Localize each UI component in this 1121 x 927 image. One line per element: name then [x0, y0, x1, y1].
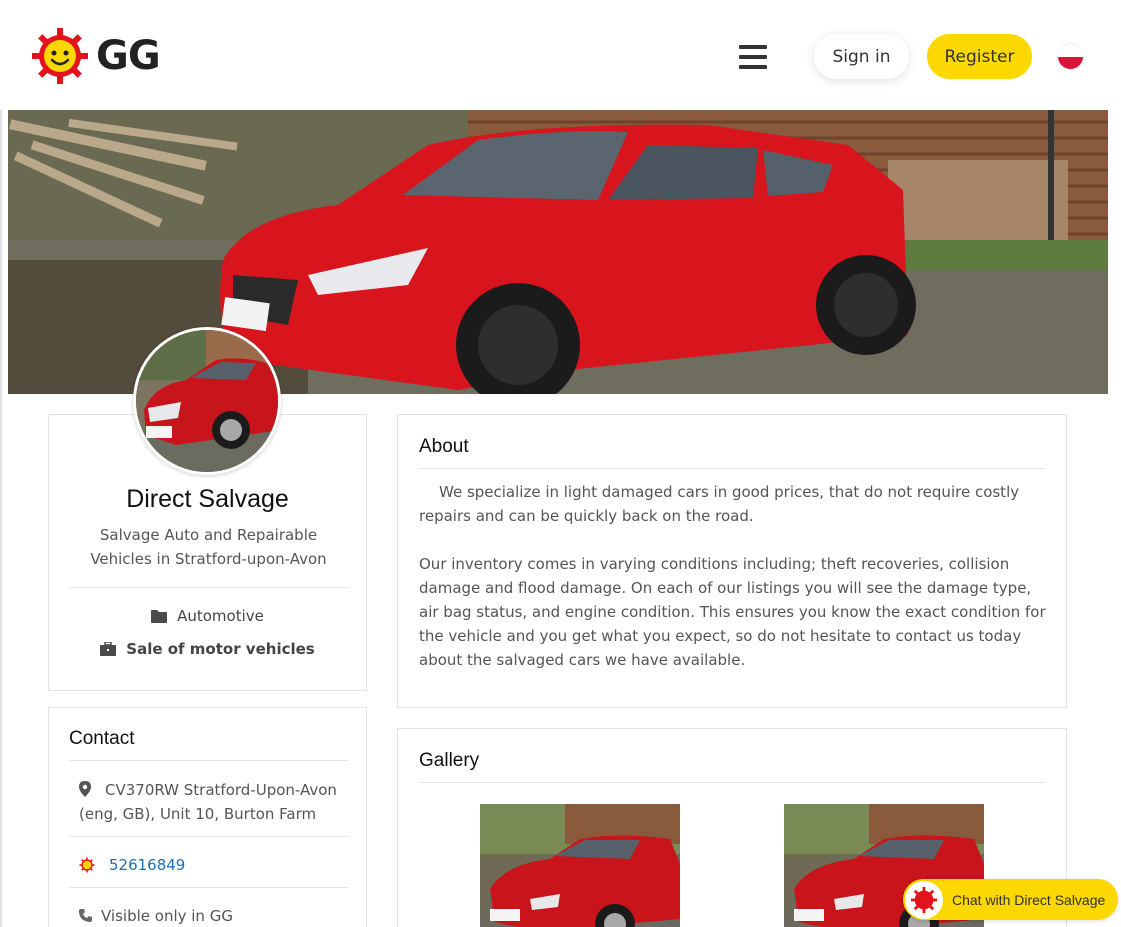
company-subtitle: Salvage Auto and Repairable Vehicles in …: [90, 526, 327, 568]
gallery-divider: [419, 782, 1046, 783]
gg-sun-small-icon: [79, 857, 95, 873]
company-avatar-image: [133, 327, 281, 475]
phone-text: Visible only in GG: [101, 907, 233, 925]
phone-row: Visible only in GG: [79, 904, 349, 927]
chat-sun-icon: [905, 880, 943, 919]
chat-button[interactable]: Chat with Direct Salvage: [903, 879, 1118, 920]
contact-title-divider: [69, 760, 348, 761]
category-row[interactable]: Automotive: [49, 607, 366, 625]
gg-number-row[interactable]: 52616849: [79, 853, 349, 877]
subcategory-label: Sale of motor vehicles: [126, 640, 315, 658]
about-title: About: [419, 436, 469, 457]
address-row: CV370RW Stratford-Upon-Avon (eng, GB), U…: [79, 778, 349, 826]
map-marker-icon: [79, 781, 91, 797]
category-label: Automotive: [177, 607, 264, 625]
gg-number-link[interactable]: 52616849: [109, 856, 185, 874]
address-text: CV370RW Stratford-Upon-Avon (eng, GB), U…: [79, 781, 337, 823]
about-paragraph: Our inventory comes in varying condition…: [419, 555, 1046, 669]
gallery-title: Gallery: [419, 750, 480, 771]
folder-icon: [151, 610, 168, 623]
polish-flag-icon[interactable]: [1057, 43, 1084, 70]
about-divider: [419, 468, 1046, 469]
logo-text: GG: [96, 33, 161, 79]
page-left-border: [0, 0, 2, 927]
about-text: We specialize in light damaged cars in g…: [419, 480, 1049, 696]
menu-hamburger-icon[interactable]: [739, 45, 767, 69]
about-paragraph: We specialize in light damaged cars in g…: [419, 483, 1020, 525]
address-divider: [69, 836, 348, 837]
gg-divider: [69, 887, 348, 888]
gg-sun-logo-icon: [32, 28, 88, 84]
gg-logo[interactable]: GG: [30, 26, 161, 86]
top-header: GG Sign in Register: [0, 0, 1121, 110]
chat-label: Chat with Direct Salvage: [952, 891, 1106, 908]
contact-title: Contact: [69, 728, 135, 749]
briefcase-icon: [100, 642, 117, 656]
register-button[interactable]: Register: [927, 34, 1032, 79]
about-card: About We specialize in light damaged car…: [397, 414, 1067, 708]
company-name: Direct Salvage: [126, 485, 289, 513]
profile-divider: [69, 587, 348, 588]
subcategory-row[interactable]: Sale of motor vehicles: [49, 640, 366, 658]
phone-icon: [79, 909, 92, 922]
gallery-image[interactable]: [480, 804, 680, 927]
contact-card: Contact CV370RW Stratford-Upon-Avon (eng…: [48, 707, 367, 927]
sign-in-button[interactable]: Sign in: [814, 34, 909, 79]
